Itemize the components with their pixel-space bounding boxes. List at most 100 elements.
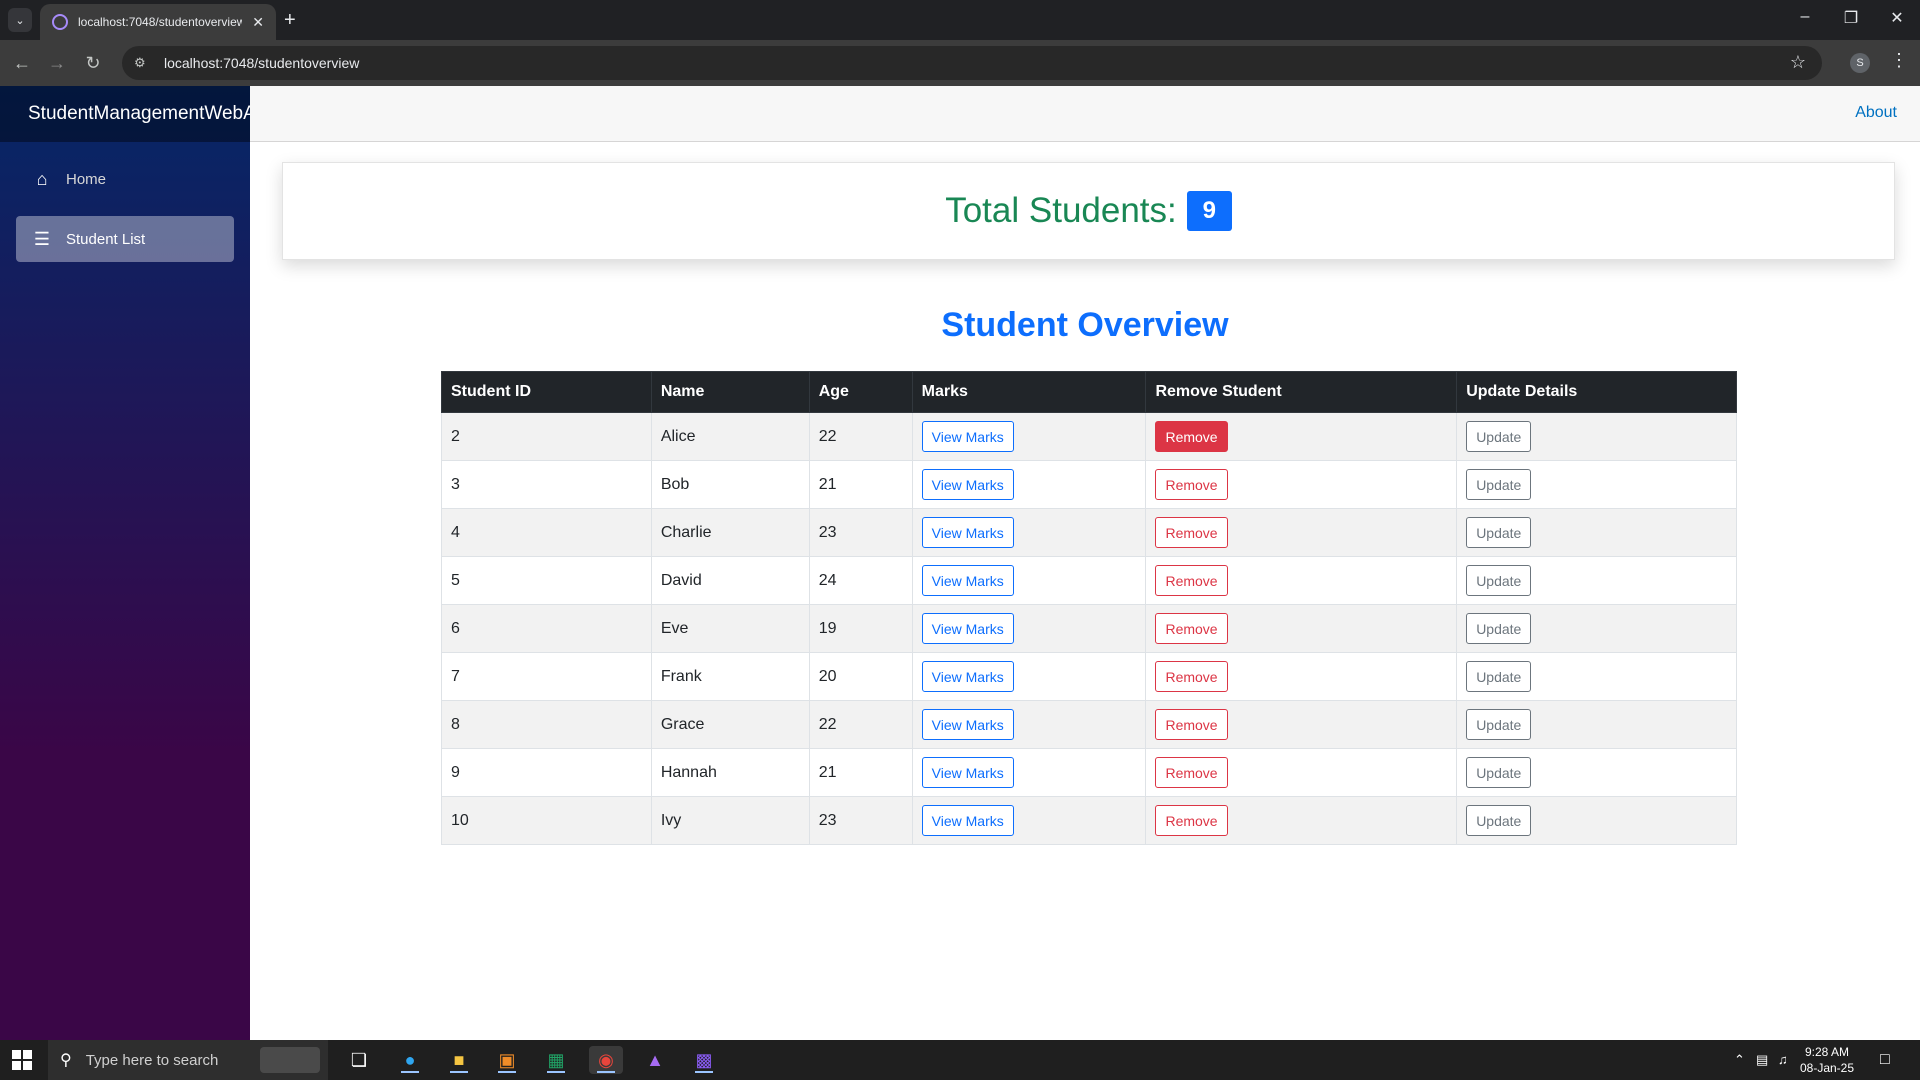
update-cell: Update bbox=[1456, 748, 1737, 797]
remove-student-button[interactable]: Remove bbox=[1155, 613, 1228, 644]
remove-cell: Remove bbox=[1145, 460, 1458, 509]
brand-bar: StudentManagementWebAp bbox=[0, 86, 250, 142]
taskbar-clock[interactable]: 9:28 AM 08-Jan-25 bbox=[1792, 1044, 1862, 1076]
sidebar-item-home[interactable]: ⌂ Home bbox=[16, 156, 234, 202]
total-students-badge: 9 bbox=[1186, 191, 1232, 231]
terminal-icon[interactable]: ▩ bbox=[687, 1046, 721, 1074]
bookmark-star-icon[interactable]: ☆ bbox=[1790, 52, 1806, 73]
update-details-button[interactable]: Update bbox=[1466, 613, 1532, 644]
remove-student-button[interactable]: Remove bbox=[1155, 469, 1228, 500]
edge-browser-icon[interactable]: ● bbox=[393, 1046, 427, 1074]
update-details-button[interactable]: Update bbox=[1466, 421, 1532, 452]
site-settings-icon[interactable]: ⚙ bbox=[134, 55, 154, 71]
search-icon: ⚲ bbox=[60, 1052, 72, 1069]
update-details-button[interactable]: Update bbox=[1466, 661, 1532, 692]
column-header-student-id: Student ID bbox=[441, 371, 652, 413]
reload-icon[interactable]: ↻ bbox=[81, 51, 105, 75]
marks-cell: View Marks bbox=[911, 556, 1147, 605]
total-students-card: Total Students: 9 bbox=[282, 162, 1895, 260]
list-icon: ☰ bbox=[33, 228, 51, 249]
view-marks-button[interactable]: View Marks bbox=[921, 757, 1014, 788]
close-tab-icon[interactable]: ✕ bbox=[252, 14, 264, 31]
remove-student-button[interactable]: Remove bbox=[1155, 709, 1228, 740]
network-icon[interactable]: ▤ bbox=[1756, 1040, 1768, 1080]
student-id-cell: 2 bbox=[441, 412, 652, 461]
forward-arrow-icon[interactable]: → bbox=[45, 51, 69, 75]
remove-cell: Remove bbox=[1145, 412, 1458, 461]
marks-cell: View Marks bbox=[911, 796, 1147, 845]
student-id-cell: 6 bbox=[441, 604, 652, 653]
marks-cell: View Marks bbox=[911, 508, 1147, 557]
about-link[interactable]: About bbox=[1855, 104, 1897, 122]
task-view-icon[interactable]: ❏ bbox=[342, 1046, 376, 1074]
remove-student-button[interactable]: Remove bbox=[1155, 805, 1228, 836]
remove-student-button[interactable]: Remove bbox=[1155, 757, 1228, 788]
table-row: 4 Charlie 23 View Marks Remove Update bbox=[441, 508, 1737, 557]
update-details-button[interactable]: Update bbox=[1466, 565, 1532, 596]
remove-cell: Remove bbox=[1145, 796, 1458, 845]
students-table: Student ID Name Age Marks Remove Student… bbox=[441, 371, 1737, 845]
remove-cell: Remove bbox=[1145, 508, 1458, 557]
sidebar-item-student-list[interactable]: ☰ Student List bbox=[16, 216, 234, 262]
column-header-marks: Marks bbox=[911, 371, 1147, 413]
update-cell: Update bbox=[1456, 460, 1737, 509]
minimize-icon[interactable]: – bbox=[1790, 8, 1820, 26]
browser-menu-icon[interactable]: ⋮ bbox=[1890, 50, 1908, 71]
app-brand[interactable]: StudentManagementWebAp bbox=[28, 103, 250, 125]
outlook-icon[interactable]: ▣ bbox=[490, 1046, 524, 1074]
view-marks-button[interactable]: View Marks bbox=[921, 613, 1014, 644]
student-age-cell: 24 bbox=[808, 556, 913, 605]
table-row: 10 Ivy 23 View Marks Remove Update bbox=[441, 796, 1737, 845]
marks-cell: View Marks bbox=[911, 412, 1147, 461]
sidebar-item-label: Home bbox=[66, 170, 107, 188]
view-marks-button[interactable]: View Marks bbox=[921, 709, 1014, 740]
new-tab-plus-icon[interactable]: + bbox=[284, 9, 296, 31]
view-marks-button[interactable]: View Marks bbox=[921, 661, 1014, 692]
remove-student-button[interactable]: Remove bbox=[1155, 661, 1228, 692]
update-details-button[interactable]: Update bbox=[1466, 709, 1532, 740]
total-students-label: Total Students: bbox=[945, 191, 1177, 230]
file-explorer-icon[interactable]: ■ bbox=[442, 1046, 476, 1074]
address-url[interactable]: localhost:7048/studentoverview bbox=[164, 55, 359, 71]
excel-icon[interactable]: ▦ bbox=[539, 1046, 573, 1074]
windows-start-icon[interactable] bbox=[12, 1050, 32, 1070]
update-details-button[interactable]: Update bbox=[1466, 469, 1532, 500]
notifications-icon[interactable]: □ bbox=[1880, 1040, 1890, 1080]
tray-chevron-icon[interactable]: ⌃ bbox=[1734, 1040, 1745, 1080]
view-marks-button[interactable]: View Marks bbox=[921, 805, 1014, 836]
student-id-cell: 8 bbox=[441, 700, 652, 749]
remove-cell: Remove bbox=[1145, 652, 1458, 701]
student-id-cell: 3 bbox=[441, 460, 652, 509]
student-id-cell: 5 bbox=[441, 556, 652, 605]
student-age-cell: 21 bbox=[808, 748, 913, 797]
volume-icon[interactable]: ♫ bbox=[1778, 1040, 1788, 1080]
student-name-cell: Bob bbox=[650, 460, 810, 509]
browser-tab-active[interactable]: localhost:7048/studentoverview ✕ bbox=[40, 4, 276, 40]
chrome-icon[interactable]: ◉ bbox=[589, 1046, 623, 1074]
view-marks-button[interactable]: View Marks bbox=[921, 469, 1014, 500]
tab-search-chevron-icon[interactable]: ⌄ bbox=[8, 8, 32, 32]
remove-student-button[interactable]: Remove bbox=[1155, 517, 1228, 548]
update-details-button[interactable]: Update bbox=[1466, 517, 1532, 548]
taskbar-search-input[interactable]: ⚲ Type here to search bbox=[48, 1040, 328, 1080]
update-cell: Update bbox=[1456, 796, 1737, 845]
view-marks-button[interactable]: View Marks bbox=[921, 421, 1014, 452]
main-content: Total Students: 9 Student Overview Stude… bbox=[250, 142, 1920, 1040]
profile-avatar[interactable]: S bbox=[1850, 53, 1870, 73]
window-close-icon[interactable]: ✕ bbox=[1882, 8, 1912, 28]
restore-icon[interactable]: ❐ bbox=[1836, 8, 1866, 28]
remove-student-button[interactable]: Remove bbox=[1155, 421, 1228, 452]
remove-student-button[interactable]: Remove bbox=[1155, 565, 1228, 596]
clock-time: 9:28 AM bbox=[1804, 1045, 1850, 1059]
back-arrow-icon[interactable]: ← bbox=[10, 51, 34, 75]
update-details-button[interactable]: Update bbox=[1466, 805, 1532, 836]
remove-cell: Remove bbox=[1145, 700, 1458, 749]
table-row: 9 Hannah 21 View Marks Remove Update bbox=[441, 748, 1737, 797]
update-details-button[interactable]: Update bbox=[1466, 757, 1532, 788]
view-marks-button[interactable]: View Marks bbox=[921, 565, 1014, 596]
table-row: 2 Alice 22 View Marks Remove Update bbox=[441, 412, 1737, 461]
visual-studio-icon[interactable]: ▲ bbox=[638, 1046, 672, 1074]
address-bar[interactable]: ⚙ localhost:7048/studentoverview ☆ bbox=[122, 46, 1822, 80]
search-highlight-image[interactable] bbox=[260, 1047, 320, 1073]
view-marks-button[interactable]: View Marks bbox=[921, 517, 1014, 548]
